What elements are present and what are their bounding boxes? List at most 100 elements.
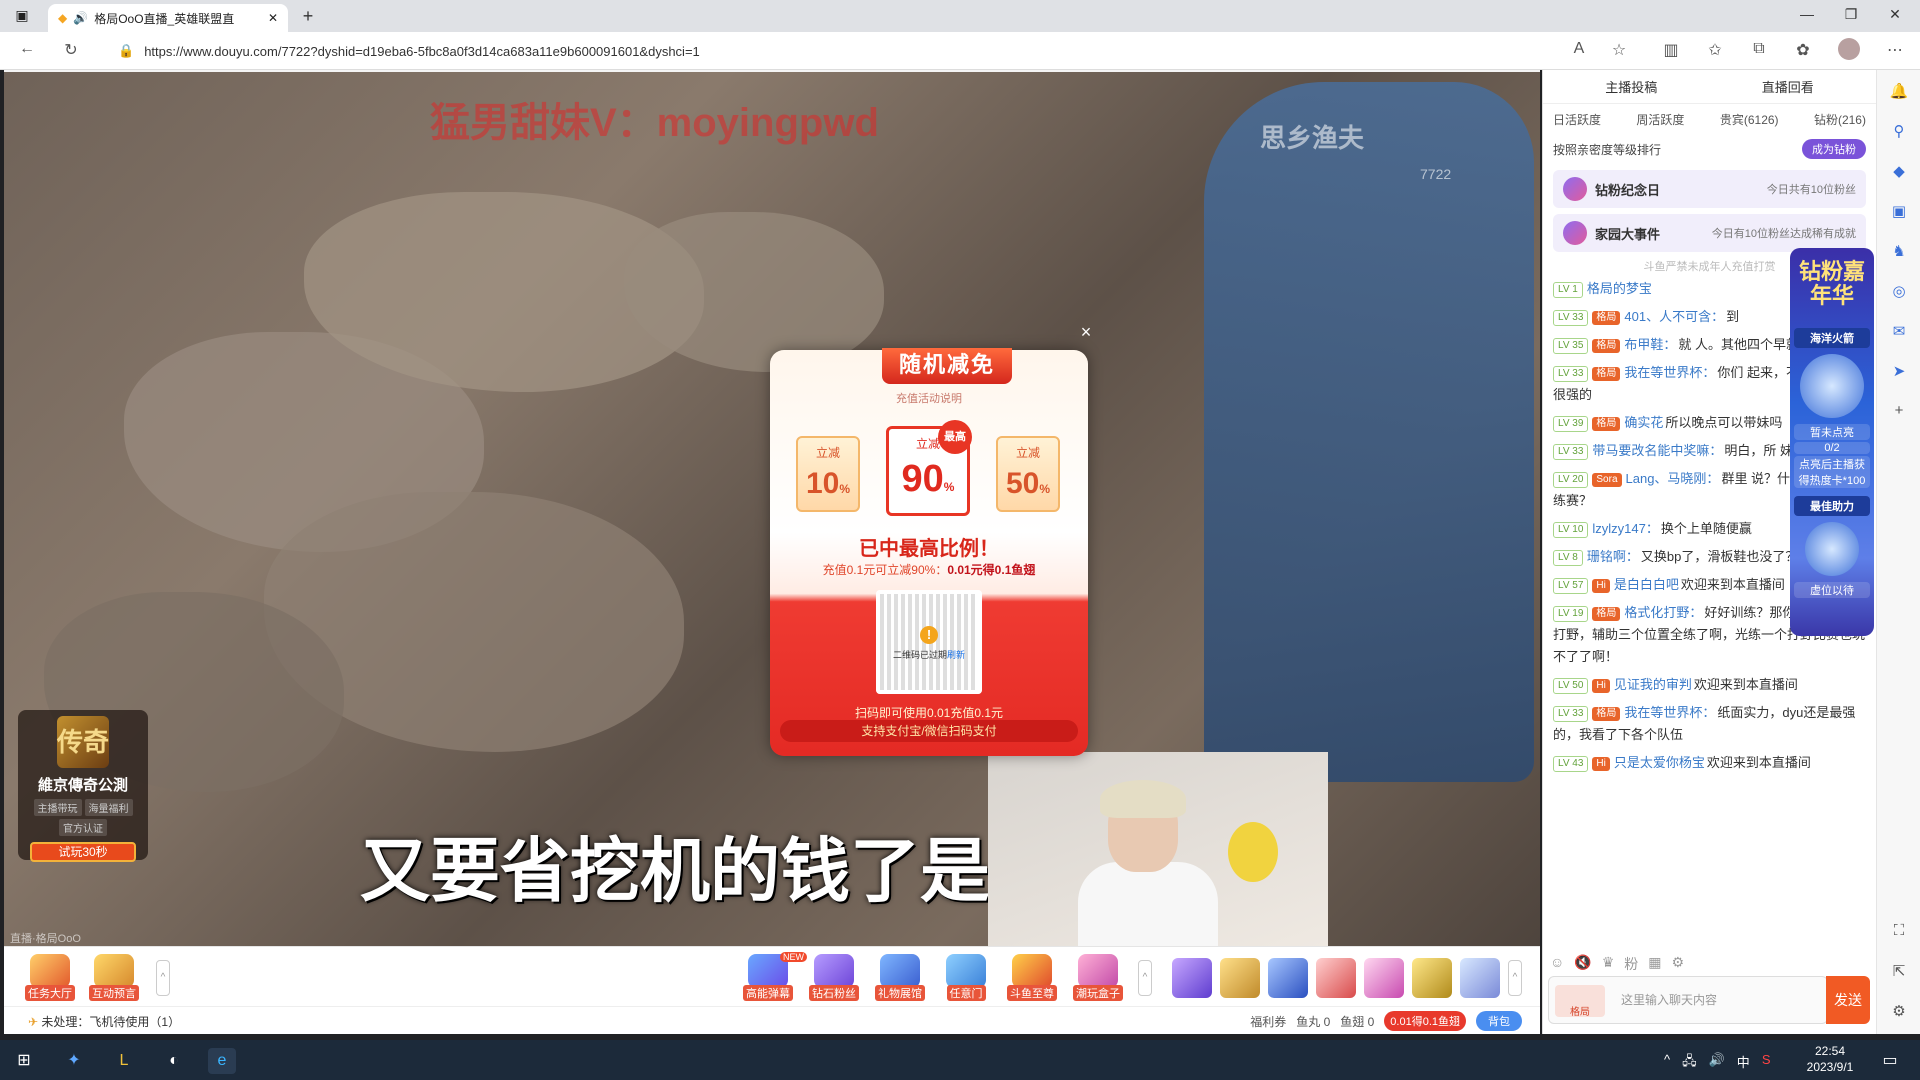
app-icon[interactable]: ✦: [60, 1048, 88, 1074]
gift-icon[interactable]: [1364, 958, 1404, 998]
event-banner[interactable]: 钻粉纪念日 今日共有10位粉丝: [1553, 170, 1866, 208]
close-window-button[interactable]: ✕: [1880, 6, 1910, 23]
chat-nickname[interactable]: 只是太爱你杨宝: [1614, 755, 1705, 770]
tag-icon[interactable]: ◆: [1889, 162, 1909, 182]
back-icon[interactable]: ←: [16, 40, 38, 58]
expand-tools-icon[interactable]: ^: [156, 960, 170, 996]
chat-nickname[interactable]: 我在等世界杯：: [1624, 365, 1715, 380]
plane-gift-icon[interactable]: [1316, 958, 1356, 998]
task-hall-button[interactable]: 任务大厅: [20, 954, 80, 1001]
tab-diamond-fans[interactable]: 钻粉(216): [1814, 111, 1866, 128]
gift-icon[interactable]: [1220, 958, 1260, 998]
sidebar-settings-icon[interactable]: ⚙: [1889, 1002, 1909, 1022]
reload-icon[interactable]: ↻: [60, 40, 82, 60]
chat-nickname[interactable]: 我在等世界杯：: [1624, 705, 1715, 720]
league-client-icon[interactable]: L: [110, 1048, 138, 1074]
try-play-button[interactable]: 试玩30秒: [30, 842, 136, 862]
chat-nickname[interactable]: 布甲鞋：: [1624, 337, 1676, 352]
search-icon[interactable]: ⚲: [1889, 122, 1909, 142]
badge-icon[interactable]: ♛: [1602, 954, 1615, 974]
network-icon[interactable]: 🖧: [1682, 1052, 1697, 1074]
chat-nickname[interactable]: 格式化打野：: [1624, 605, 1702, 620]
tab-daily-activity[interactable]: 日活跃度: [1553, 111, 1601, 128]
chat-nickname[interactable]: 见证我的审判: [1614, 677, 1692, 692]
add-icon[interactable]: +: [1889, 402, 1909, 422]
chat-nickname[interactable]: 是白白白吧: [1614, 577, 1679, 592]
carnival-banner[interactable]: 钻粉嘉年华 海洋火箭 暂未点亮 0/2 点亮后主播获得热度卡*100 最佳助力 …: [1790, 248, 1874, 636]
become-diamond-button[interactable]: 成为钻粉: [1802, 139, 1866, 159]
backpack-button[interactable]: 背包: [1476, 1011, 1522, 1031]
activity-rules-link[interactable]: 充值活动说明: [770, 390, 1088, 406]
chat-nickname[interactable]: 珊铭啊：: [1587, 549, 1639, 564]
audio-icon[interactable]: 🔊: [73, 11, 88, 25]
any-door-button[interactable]: 任意门: [936, 954, 996, 1001]
address-bar[interactable]: 🔒 https://www.douyu.com/7722?dyshid=d19e…: [110, 38, 1590, 64]
sogou-icon[interactable]: S: [1762, 1052, 1771, 1074]
fan-icon[interactable]: 粉: [1624, 954, 1638, 974]
tab-weekly-activity[interactable]: 周活跃度: [1636, 111, 1684, 128]
gift-icon[interactable]: [1172, 958, 1212, 998]
mute-icon[interactable]: 🔇: [1574, 954, 1591, 974]
windows-start-icon[interactable]: ⊞: [10, 1048, 38, 1074]
expand-gifts-icon[interactable]: ^: [1508, 960, 1522, 996]
screenshot-icon[interactable]: ⛶: [1889, 922, 1909, 942]
more-menu-icon[interactable]: ⋯: [1884, 40, 1906, 60]
send-arrow-icon[interactable]: ➤: [1889, 362, 1909, 382]
interactive-prediction-button[interactable]: 互动预言: [84, 954, 144, 1001]
welfare-coupon-link[interactable]: 福利券: [1250, 1013, 1286, 1030]
diamond-fans-button[interactable]: 钻石粉丝: [804, 954, 864, 1001]
tray-chevron-icon[interactable]: ^: [1664, 1052, 1670, 1074]
chat-nickname[interactable]: 格局的梦宝: [1587, 281, 1652, 296]
notification-bell-icon[interactable]: 🔔: [1889, 82, 1909, 102]
douyu-supreme-button[interactable]: 斗鱼至尊: [1002, 954, 1062, 1001]
favorite-star-icon[interactable]: ☆: [1608, 40, 1630, 60]
gift-hall-button[interactable]: 礼物展馆: [870, 954, 930, 1001]
settings-icon[interactable]: ⚙: [1672, 954, 1685, 974]
send-button[interactable]: 发送: [1826, 976, 1870, 1024]
chat-nickname[interactable]: 确实花: [1624, 415, 1663, 430]
browser-tab[interactable]: ◆ 🔊 格局OoO直播_英雄联盟直 ✕: [48, 4, 288, 32]
tab-actions-icon[interactable]: ▣: [12, 7, 32, 25]
split-screen-icon[interactable]: ▥: [1660, 40, 1682, 60]
chat-nickname[interactable]: 带马要改名能中奖嘛：: [1592, 443, 1722, 458]
emoji-icon[interactable]: ☺: [1550, 954, 1564, 974]
chat-nickname[interactable]: Lang、马晓刚：: [1626, 471, 1720, 486]
chat-nickname[interactable]: 401、人不可含：: [1624, 309, 1724, 324]
pending-status[interactable]: 未处理：飞机待使用（1）: [41, 1015, 180, 1029]
tab-vip[interactable]: 贵宾(6126): [1720, 111, 1779, 128]
favorites-icon[interactable]: ✩: [1704, 40, 1726, 60]
tab-close-icon[interactable]: ✕: [268, 11, 278, 25]
modal-close-icon[interactable]: ×: [1076, 322, 1096, 342]
event-banner[interactable]: 家园大事件 今日有10位粉丝达成稀有成就: [1553, 214, 1866, 252]
app-icon[interactable]: ◐: [160, 1048, 188, 1074]
read-aloud-icon[interactable]: A: [1568, 40, 1590, 58]
extensions-icon[interactable]: ✿: [1792, 40, 1814, 60]
rocket-gift-icon[interactable]: [1268, 958, 1308, 998]
collections-icon[interactable]: ⧉: [1748, 40, 1770, 58]
profile-avatar[interactable]: [1838, 38, 1860, 60]
qr-refresh-link[interactable]: 刷新: [947, 650, 965, 660]
system-clock[interactable]: 22:54 2023/9/1: [1790, 1043, 1870, 1075]
new-tab-button[interactable]: +: [296, 6, 320, 28]
office-icon[interactable]: ◎: [1889, 282, 1909, 302]
minimize-button[interactable]: —: [1792, 6, 1822, 22]
ime-indicator[interactable]: 中: [1737, 1052, 1750, 1074]
replay-link[interactable]: 直播回看: [1762, 77, 1814, 96]
gift-list-icon[interactable]: ▦: [1648, 954, 1661, 974]
toolbox-icon[interactable]: ▣: [1889, 202, 1909, 222]
gold-bar-gift-icon[interactable]: [1412, 958, 1452, 998]
chat-nickname[interactable]: lzylzy147：: [1592, 521, 1658, 536]
chat-input[interactable]: 格局 这里输入聊天内容: [1548, 976, 1828, 1024]
action-center-icon[interactable]: ▭: [1876, 1048, 1904, 1074]
external-link-icon[interactable]: ⇱: [1889, 962, 1909, 982]
maximize-button[interactable]: ❐: [1836, 6, 1866, 23]
chess-icon[interactable]: ♞: [1889, 242, 1909, 262]
anchor-posts-link[interactable]: 主播投稿: [1605, 77, 1657, 96]
edge-browser-icon[interactable]: e: [208, 1048, 236, 1074]
fan-badge[interactable]: 格局: [1555, 985, 1605, 1018]
gift-icon[interactable]: [1460, 958, 1500, 998]
volume-icon[interactable]: 🔊: [1709, 1052, 1725, 1074]
trendy-box-button[interactable]: 潮玩盒子: [1068, 954, 1128, 1001]
recharge-button[interactable]: 0.01得0.1鱼翅: [1384, 1011, 1466, 1031]
game-promo-card[interactable]: 传奇 維京傳奇公測 主播带玩 海量福利 官方认证 试玩30秒: [18, 710, 148, 862]
